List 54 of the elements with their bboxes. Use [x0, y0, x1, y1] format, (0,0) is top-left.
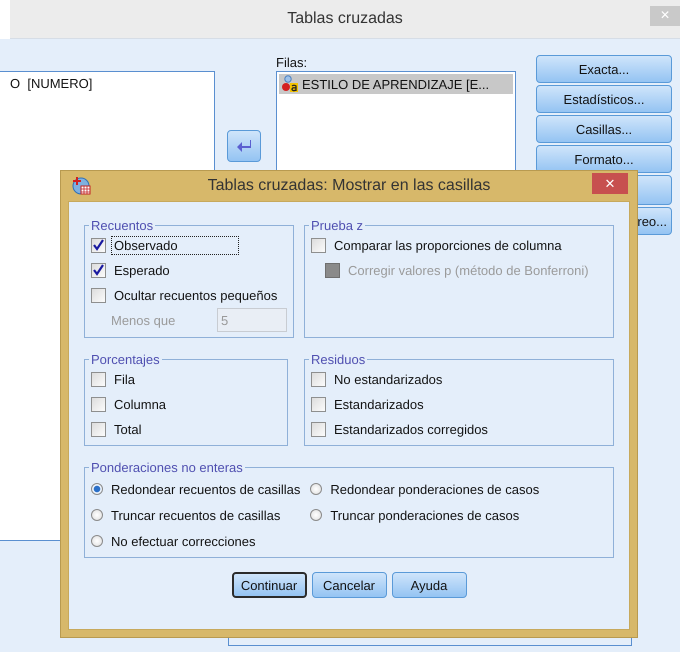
checkbox-label: Estandarizados corregidos — [333, 420, 489, 438]
radio-button[interactable] — [310, 483, 322, 495]
checkbox-label: Comparar las proporciones de columna — [333, 236, 563, 254]
dialog-button[interactable]: Formato... — [536, 145, 672, 173]
radio-button[interactable] — [91, 509, 103, 521]
window-title: Tablas cruzadas — [287, 10, 403, 28]
checkbox[interactable] — [311, 372, 326, 386]
dialog-button[interactable]: Continuar — [232, 572, 306, 598]
checkbox[interactable] — [91, 372, 106, 386]
close-button[interactable]: × — [592, 173, 628, 194]
checkbox-label: Fila — [113, 370, 136, 388]
radio-label: Truncar recuentos de casillas — [110, 506, 282, 524]
checkbox-label: Total — [113, 420, 142, 438]
radio-label: Truncar ponderaciones de casos — [329, 506, 520, 524]
dialog-button[interactable]: Estadísticos... — [536, 85, 672, 113]
checkbox[interactable] — [311, 396, 326, 412]
group-title: Ponderaciones no enteras — [90, 460, 244, 475]
field-label: Menos que — [110, 312, 176, 328]
checkbox-label: Estandarizados — [333, 396, 425, 412]
group-title: Recuentos — [90, 218, 154, 233]
checkbox[interactable] — [91, 422, 106, 436]
dialog-button[interactable]: Ayuda — [392, 572, 466, 598]
variable-icon — [281, 75, 299, 93]
group-title: Prueba z — [310, 218, 364, 233]
checkbox-label: Corregir valores p (método de Bonferroni) — [347, 262, 590, 278]
dialog-button[interactable]: Exacta... — [536, 55, 672, 83]
checkbox-label: Observado — [112, 236, 238, 254]
checkbox-label: Ocultar recuentos pequeños — [113, 286, 278, 304]
checkbox[interactable] — [91, 288, 106, 302]
arrow-icon — [236, 139, 252, 153]
radio-button[interactable] — [91, 483, 103, 495]
checkbox[interactable] — [91, 396, 106, 412]
list-item[interactable]: ESTILO DE APRENDIZAJE [E... — [279, 74, 513, 94]
checkbox-label: Columna — [113, 396, 168, 412]
rows-label: Filas: — [276, 55, 308, 71]
dialog-title: Tablas cruzadas: Mostrar en las casillas — [208, 177, 490, 195]
checkbox[interactable] — [311, 422, 326, 436]
list-item[interactable]: O [NUMERO] — [0, 76, 214, 91]
checkbox[interactable] — [311, 238, 326, 252]
radio-button[interactable] — [91, 535, 103, 547]
table-icon — [72, 176, 92, 196]
move-button[interactable] — [227, 130, 261, 162]
group-title: Porcentajes — [90, 352, 161, 367]
radio-label: Redondear recuentos de casillas — [110, 480, 302, 498]
radio-label: No efectuar correcciones — [110, 532, 257, 550]
dialog-button[interactable]: Cancelar — [312, 572, 386, 598]
dialog-button[interactable]: Casillas... — [536, 115, 672, 143]
checkbox[interactable] — [91, 262, 106, 278]
radio-label: Redondear ponderaciones de casos — [329, 480, 540, 498]
checkbox-label: No estandarizados — [333, 370, 444, 388]
checkbox[interactable] — [91, 238, 106, 252]
group-title: Residuos — [310, 352, 366, 367]
radio-button[interactable] — [310, 509, 322, 521]
checkbox-label: Esperado — [113, 262, 171, 278]
